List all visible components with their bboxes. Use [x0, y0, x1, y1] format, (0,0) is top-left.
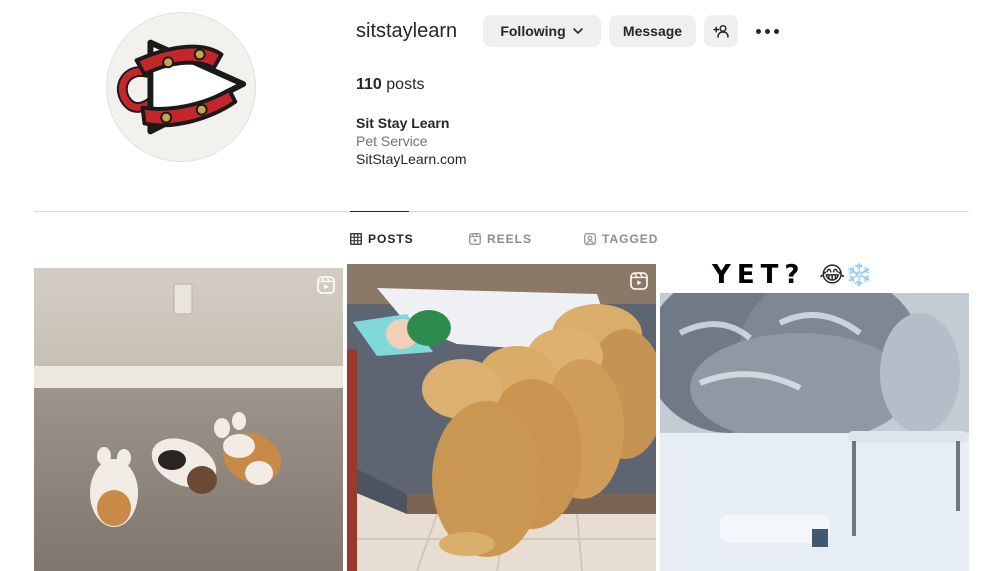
- profile-username: sitstaylearn: [356, 20, 458, 42]
- tagged-icon: [584, 233, 596, 245]
- post-caption-emojis: 😂❄️: [819, 262, 873, 287]
- reels-icon: [469, 233, 481, 245]
- reel-badge-icon: [317, 276, 335, 294]
- message-button[interactable]: Message: [609, 15, 696, 47]
- more-dot: [773, 28, 779, 34]
- corgi-puppies-image: [34, 268, 343, 571]
- snowy-yard-image: [660, 293, 969, 571]
- posts-count-value: 110: [356, 76, 382, 93]
- profile-website-link[interactable]: SitStayLearn.com: [356, 151, 467, 167]
- post-thumbnail[interactable]: YET? 😂❄️: [660, 258, 969, 571]
- tab-tagged[interactable]: TAGGED: [584, 231, 658, 247]
- chevron-down-icon: [572, 28, 583, 34]
- post-thumbnail[interactable]: [347, 264, 656, 571]
- tab-posts[interactable]: POSTS: [350, 231, 414, 247]
- reel-badge-icon: [630, 272, 648, 290]
- golden-retrievers-baby-image: [347, 264, 656, 571]
- profile-avatar[interactable]: [106, 12, 256, 162]
- profile-full-name: Sit Stay Learn: [356, 115, 450, 131]
- add-person-icon: [713, 24, 729, 38]
- following-button[interactable]: Following: [483, 15, 601, 47]
- active-tab-indicator: [350, 211, 409, 212]
- grid-icon: [350, 233, 362, 245]
- profile-category: Pet Service: [356, 133, 428, 149]
- tabs-divider: [34, 211, 969, 212]
- more-dot: [764, 28, 770, 34]
- suggest-accounts-button[interactable]: [704, 15, 738, 47]
- post-thumbnail[interactable]: [34, 268, 343, 571]
- tab-tagged-label: TAGGED: [602, 232, 659, 246]
- more-options-button[interactable]: [752, 19, 782, 43]
- message-label: Message: [622, 23, 683, 39]
- tab-reels[interactable]: REELS: [469, 231, 532, 247]
- posts-count: 110 posts: [356, 76, 425, 94]
- tab-posts-label: POSTS: [368, 232, 414, 246]
- post-caption-overlay: YET? 😂❄️: [660, 258, 969, 292]
- tab-reels-label: REELS: [487, 232, 533, 246]
- sitstaylearn-logo: [107, 13, 255, 161]
- more-dot: [755, 28, 761, 34]
- following-label: Following: [500, 23, 566, 39]
- post-caption-text: YET?: [712, 260, 806, 290]
- posts-count-label: posts: [386, 76, 425, 93]
